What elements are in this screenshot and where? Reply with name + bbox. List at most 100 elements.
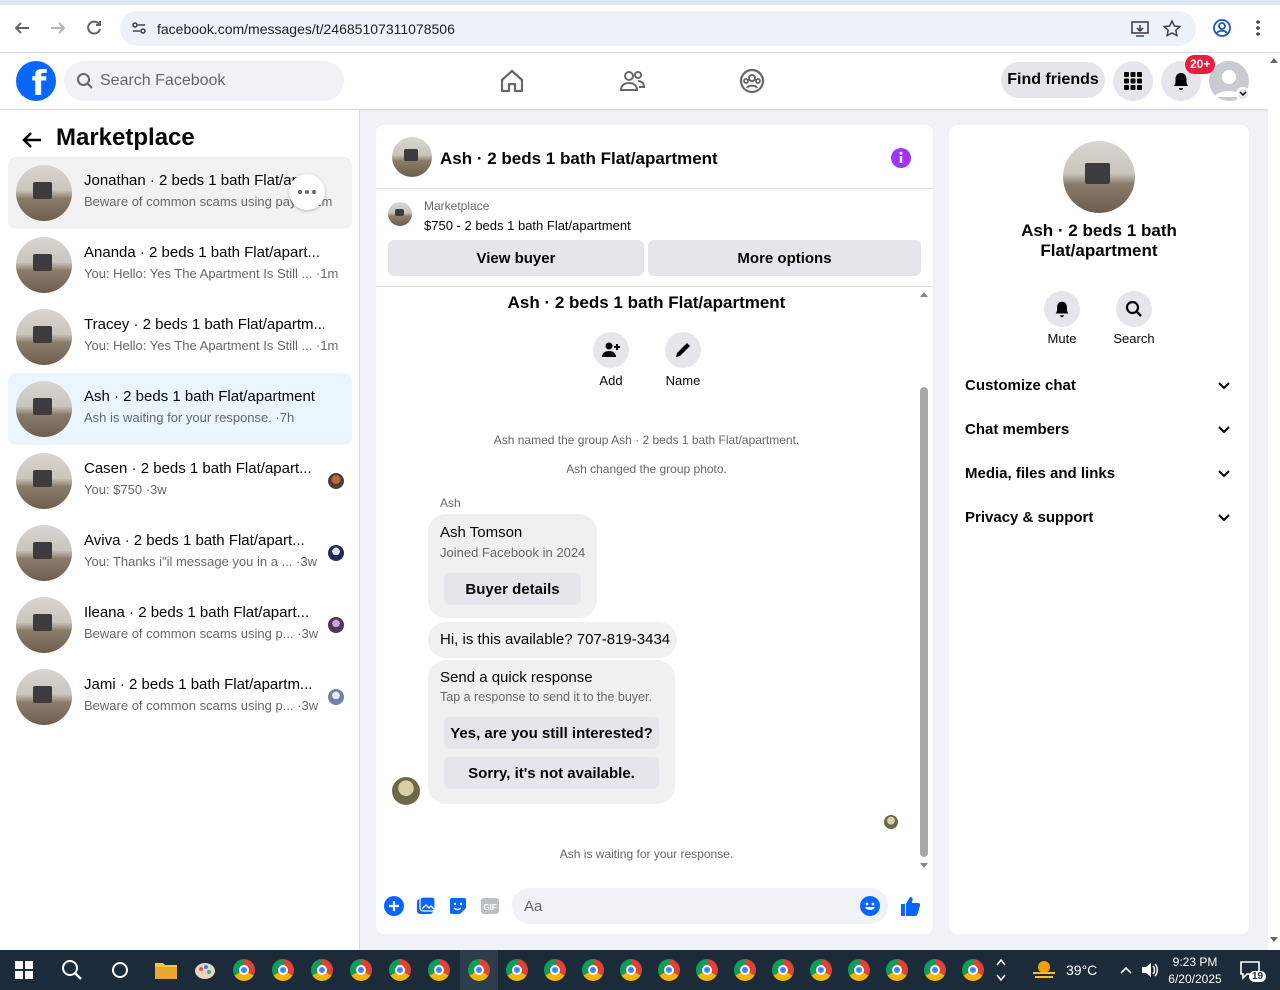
back-arrow-icon[interactable] bbox=[20, 128, 44, 157]
message-scrollbar[interactable] bbox=[917, 290, 931, 870]
chat-details-panel: Ash · 2 beds 1 bath Flat/apartment Mute … bbox=[949, 125, 1249, 934]
home-icon[interactable] bbox=[496, 65, 528, 97]
chrome-icon[interactable] bbox=[230, 956, 258, 984]
chrome-icon[interactable] bbox=[425, 956, 453, 984]
groups-icon[interactable] bbox=[736, 65, 768, 97]
chrome-icon[interactable] bbox=[308, 956, 336, 984]
conversation-heading: Ash · 2 beds 1 bath Flat/apartment bbox=[507, 293, 786, 312]
tab-strip-edge bbox=[0, 0, 1280, 5]
site-info-icon[interactable] bbox=[130, 19, 148, 42]
listing-price-title[interactable]: $750 - 2 beds 1 bath Flat/apartment bbox=[424, 218, 631, 233]
chrome-icon[interactable] bbox=[807, 956, 835, 984]
message-input-wrapper[interactable] bbox=[512, 888, 888, 924]
chevron-down-icon[interactable] bbox=[1236, 87, 1250, 101]
friends-icon[interactable] bbox=[616, 65, 648, 97]
facebook-logo-icon[interactable]: f bbox=[16, 61, 56, 101]
buyer-details-button[interactable]: Buyer details bbox=[444, 573, 581, 605]
paint-app-icon[interactable] bbox=[191, 956, 219, 984]
conversation-item[interactable]: Ileana · 2 beds 1 bath Flat/apart... Bew… bbox=[8, 589, 352, 661]
chrome-icon[interactable] bbox=[386, 956, 414, 984]
name-label: Name bbox=[665, 373, 701, 388]
more-options-icon[interactable] bbox=[289, 174, 325, 210]
windows-start-icon[interactable] bbox=[10, 956, 38, 984]
chrome-icon[interactable] bbox=[921, 956, 949, 984]
chrome-icon[interactable] bbox=[579, 956, 607, 984]
chrome-icon[interactable] bbox=[269, 956, 297, 984]
conversation-item[interactable]: Aviva · 2 beds 1 bath Flat/apart... You:… bbox=[8, 517, 352, 589]
media-files-links-row[interactable]: Media, files and links bbox=[949, 453, 1249, 497]
chat-avatar[interactable] bbox=[392, 137, 432, 177]
more-options-button[interactable]: More options bbox=[648, 240, 921, 276]
back-arrow-icon[interactable] bbox=[9, 15, 35, 41]
reload-icon[interactable] bbox=[81, 15, 107, 41]
add-person-button[interactable] bbox=[593, 332, 629, 368]
volume-icon[interactable] bbox=[1138, 956, 1162, 984]
chat-avatar-large[interactable] bbox=[1063, 141, 1135, 213]
conversation-item[interactable]: Jami · 2 beds 1 bath Flat/apartm... Bewa… bbox=[8, 661, 352, 733]
sender-avatar[interactable] bbox=[392, 777, 420, 805]
privacy-support-row[interactable]: Privacy & support bbox=[949, 497, 1249, 541]
chrome-icon[interactable] bbox=[655, 956, 683, 984]
listing-thumbnail[interactable] bbox=[388, 202, 412, 226]
profile-icon[interactable] bbox=[1209, 15, 1235, 41]
photo-icon[interactable] bbox=[414, 894, 438, 918]
conversation-item[interactable]: Casen · 2 beds 1 bath Flat/apart... You:… bbox=[8, 445, 352, 517]
chevron-down-icon bbox=[1217, 379, 1231, 398]
chrome-icon[interactable] bbox=[541, 956, 569, 984]
info-icon[interactable] bbox=[890, 147, 912, 174]
chrome-icon[interactable] bbox=[731, 956, 759, 984]
chrome-icon[interactable] bbox=[617, 956, 645, 984]
message-input[interactable] bbox=[524, 888, 844, 924]
sticker-icon[interactable] bbox=[446, 894, 470, 918]
task-view-icon[interactable] bbox=[106, 956, 134, 984]
quick-reply-sorry-button[interactable]: Sorry, it's not available. bbox=[444, 757, 659, 789]
chrome-icon[interactable] bbox=[465, 956, 493, 984]
chat-members-row[interactable]: Chat members bbox=[949, 409, 1249, 453]
gif-icon[interactable]: GIF bbox=[478, 894, 502, 918]
emoji-icon[interactable] bbox=[860, 896, 880, 921]
bookmark-star-icon[interactable] bbox=[1162, 19, 1182, 44]
quick-reply-yes-button[interactable]: Yes, are you still interested? bbox=[444, 717, 659, 749]
chrome-icon[interactable] bbox=[693, 956, 721, 984]
chrome-icon[interactable] bbox=[959, 956, 987, 984]
conversation-item[interactable]: Ananda · 2 beds 1 bath Flat/apart... You… bbox=[8, 229, 352, 301]
find-friends-button[interactable]: Find friends bbox=[1001, 62, 1105, 98]
search-label: Search bbox=[1113, 331, 1155, 346]
browser-toolbar: facebook.com/messages/t/2468510731107850… bbox=[0, 0, 1280, 53]
forward-arrow-icon[interactable] bbox=[45, 15, 71, 41]
chrome-icon[interactable] bbox=[769, 956, 797, 984]
conversation-item[interactable]: Jonathan · 2 beds 1 bath Flat/ap... Bewa… bbox=[8, 157, 352, 229]
conversation-item[interactable]: Tracey · 2 beds 1 bath Flat/apartm... Yo… bbox=[8, 301, 352, 373]
clock-date[interactable]: 6/20/2025 bbox=[1165, 972, 1225, 986]
chat-title[interactable]: Ash · 2 beds 1 bath Flat/apartment bbox=[440, 149, 718, 169]
conversation-item-active[interactable]: Ash · 2 beds 1 bath Flat/apartment Ash i… bbox=[8, 373, 352, 445]
chrome-icon[interactable] bbox=[845, 956, 873, 984]
search-icon[interactable] bbox=[58, 956, 86, 984]
menu-grid-icon[interactable] bbox=[1113, 61, 1153, 101]
page-scrollbar[interactable] bbox=[1268, 53, 1280, 950]
install-app-icon[interactable] bbox=[1130, 19, 1150, 44]
scrollbar-thumb[interactable] bbox=[920, 387, 928, 857]
listing-thumbnail bbox=[16, 381, 72, 437]
clock-time[interactable]: 9:23 PM bbox=[1169, 955, 1221, 969]
chevron-up-icon[interactable] bbox=[1116, 956, 1136, 984]
mute-button[interactable] bbox=[1044, 291, 1080, 327]
plus-icon[interactable] bbox=[382, 894, 406, 918]
weather-icon[interactable] bbox=[1030, 956, 1058, 984]
search-bar[interactable] bbox=[64, 61, 344, 101]
taskbar-scroll-icon[interactable] bbox=[992, 956, 1010, 984]
conversation-snippet: You: Hello: Yes The Apartment Is Still .… bbox=[84, 266, 339, 281]
file-explorer-icon[interactable] bbox=[152, 956, 180, 984]
customize-chat-row[interactable]: Customize chat bbox=[949, 365, 1249, 409]
chrome-icon[interactable] bbox=[347, 956, 375, 984]
search-conversation-button[interactable] bbox=[1116, 291, 1152, 327]
edit-name-button[interactable] bbox=[665, 332, 701, 368]
read-receipt-avatar bbox=[884, 815, 898, 829]
chrome-icon[interactable] bbox=[503, 956, 531, 984]
address-bar[interactable]: facebook.com/messages/t/2468510731107850… bbox=[120, 11, 1196, 46]
chrome-icon[interactable] bbox=[883, 956, 911, 984]
thumbs-up-icon[interactable] bbox=[898, 894, 922, 918]
view-buyer-button[interactable]: View buyer bbox=[388, 240, 644, 276]
browser-menu-icon[interactable] bbox=[1245, 15, 1271, 41]
search-input[interactable] bbox=[100, 61, 330, 101]
